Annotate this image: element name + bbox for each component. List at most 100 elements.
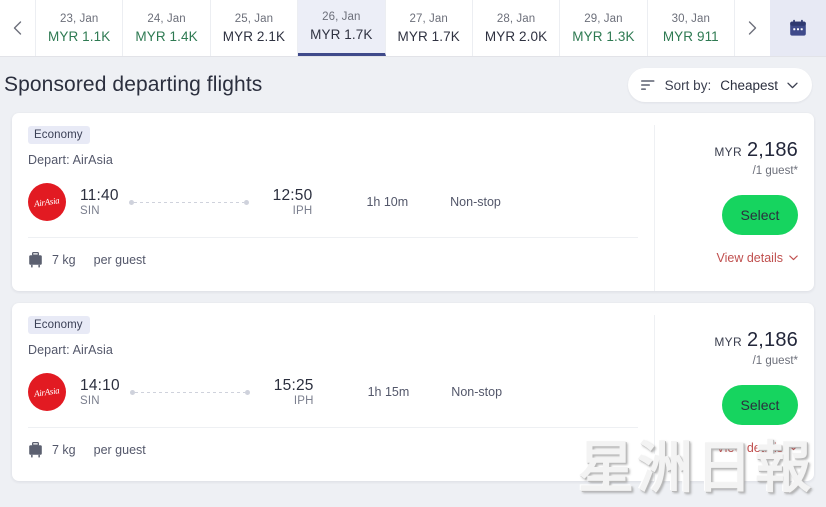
view-details-toggle[interactable]: View details xyxy=(717,441,798,455)
flight-stops: Non-stop xyxy=(451,385,503,399)
date-cell-day: 25, Jan xyxy=(234,12,274,25)
view-details-label: View details xyxy=(716,251,783,265)
flight-stops: Non-stop xyxy=(450,195,501,209)
view-details-toggle[interactable]: View details xyxy=(717,251,798,265)
chevron-down-icon xyxy=(789,255,798,261)
baggage-icon xyxy=(29,442,42,458)
date-cell-price: MYR 1.1K xyxy=(48,28,111,44)
date-cell-price: MYR 2.1K xyxy=(222,28,286,44)
baggage-scope: per guest xyxy=(93,253,146,267)
date-cell-list: 23, Jan MYR 1.1K 24, Jan MYR 1.4K 25, Jan MYR… xyxy=(36,0,734,56)
date-cell-price: MYR 2.0K xyxy=(484,28,548,44)
select-button[interactable]: Select xyxy=(722,385,798,425)
flight-duration: 1h 15m xyxy=(367,385,410,399)
route-dashed-line-icon xyxy=(133,201,244,203)
select-button[interactable]: Select xyxy=(722,195,798,235)
flight-leg: AirAsia 11:40 SIN 12:50 IPH 1h 10m Non-stop xyxy=(28,183,638,238)
baggage-icon xyxy=(29,252,42,268)
chevron-right-icon xyxy=(748,21,757,35)
flight-card-main: Economy Depart: AirAsia AirAsia 14:10 SIN 15:… xyxy=(12,315,654,481)
depart-airline-label: Depart: AirAsia xyxy=(28,153,113,167)
airline-logo-text: AirAsia xyxy=(33,385,61,399)
flight-leg: AirAsia 14:10 SIN 15:25 IPH 1h 15m Non-stop xyxy=(28,373,638,428)
route-end-dot-icon xyxy=(244,389,250,395)
flight-card-pricing: MYR 2,186/1 guest* Select View details xyxy=(654,315,814,481)
arrival-block: 12:50 IPH xyxy=(273,187,313,216)
date-cell-price: MYR 911 xyxy=(662,28,719,44)
arrival-airport-code: IPH xyxy=(293,394,314,407)
view-details-label: View details xyxy=(716,441,783,455)
price-amount: 2,186 xyxy=(746,139,798,161)
flight-card-list: Economy Depart: AirAsia AirAsia 11:40 SIN 12:… xyxy=(0,113,826,481)
price-row: MYR 2,186 xyxy=(714,329,798,352)
price-currency: MYR xyxy=(714,335,742,349)
price-currency: MYR xyxy=(714,145,742,159)
cabin-class-badge: Economy xyxy=(28,126,90,144)
departure-time: 11:40 xyxy=(80,187,119,205)
airline-logo-text: AirAsia xyxy=(33,195,61,209)
route-end-dot-icon xyxy=(243,199,249,205)
sort-by-label: Sort by: xyxy=(664,77,712,93)
date-cell-day: 30, Jan xyxy=(671,12,711,25)
cabin-class-badge: Economy xyxy=(28,316,90,334)
flight-card-pricing: MYR 2,186/1 guest* Select View details xyxy=(654,125,814,291)
next-dates-button[interactable] xyxy=(734,0,770,56)
baggage-row: 7 kg per guest xyxy=(28,252,638,282)
price-amount: 2,186 xyxy=(746,329,798,351)
arrival-time: 15:25 xyxy=(273,377,314,395)
date-price-strip: 23, Jan MYR 1.1K 24, Jan MYR 1.4K 25, Jan MYR… xyxy=(0,0,826,57)
date-cell-27-jan[interactable]: 27, Jan MYR 1.7K xyxy=(385,0,473,56)
baggage-scope: per guest xyxy=(93,443,146,457)
route-connector-icon xyxy=(129,387,250,397)
results-header: Sponsored departing flights Sort by: Che… xyxy=(0,57,826,113)
date-cell-price: MYR 1.7K xyxy=(310,27,373,42)
date-cell-24-jan[interactable]: 24, Jan MYR 1.4K xyxy=(123,0,211,56)
baggage-weight: 7 kg xyxy=(52,443,76,457)
airasia-logo-icon: AirAsia xyxy=(28,183,66,221)
sort-by-dropdown[interactable]: Sort by: Cheapest xyxy=(627,68,812,102)
price-per-guest: /1 guest* xyxy=(752,355,798,367)
date-cell-day: 24, Jan xyxy=(147,12,186,25)
date-cell-day: 29, Jan xyxy=(584,12,623,25)
date-cell-day: 23, Jan xyxy=(59,12,99,25)
chevron-left-icon xyxy=(13,21,22,35)
chevron-down-icon xyxy=(787,82,798,88)
route-dashed-line-icon xyxy=(134,391,245,393)
flight-duration: 1h 10m xyxy=(366,195,409,209)
chevron-down-icon xyxy=(789,445,798,451)
departure-airport-code: SIN xyxy=(80,394,100,407)
flight-card-main: Economy Depart: AirAsia AirAsia 11:40 SIN 12:… xyxy=(12,125,654,291)
date-cell-28-jan[interactable]: 28, Jan MYR 2.0K xyxy=(472,0,561,56)
date-cell-25-jan[interactable]: 25, Jan MYR 2.1K xyxy=(210,0,299,56)
arrival-block: 15:25 IPH xyxy=(274,377,314,406)
sort-lines-icon xyxy=(640,80,655,90)
arrival-time: 12:50 xyxy=(272,187,313,205)
departure-airport-code: SIN xyxy=(80,204,100,217)
arrival-airport-code: IPH xyxy=(292,204,313,217)
date-cell-29-jan[interactable]: 29, Jan MYR 1.3K xyxy=(560,0,648,56)
price-per-guest: /1 guest* xyxy=(752,165,798,177)
flight-results-page: 23, Jan MYR 1.1K 24, Jan MYR 1.4K 25, Jan MYR… xyxy=(0,0,826,507)
date-cell-30-jan[interactable]: 30, Jan MYR 911 xyxy=(647,0,734,56)
date-cell-price: MYR 1.7K xyxy=(397,28,460,44)
calendar-icon xyxy=(790,19,806,36)
date-cell-price: MYR 1.4K xyxy=(135,28,198,44)
route-connector-icon xyxy=(128,197,249,207)
baggage-weight: 7 kg xyxy=(52,253,76,267)
open-calendar-button[interactable] xyxy=(770,0,826,56)
prev-dates-button[interactable] xyxy=(0,0,36,56)
date-cell-day: 27, Jan xyxy=(409,12,448,25)
departure-block: 14:10 SIN xyxy=(80,377,120,406)
date-cell-26-jan[interactable]: 26, Jan MYR 1.7K xyxy=(298,0,386,56)
date-cell-day: 26, Jan xyxy=(322,11,361,23)
page-title: Sponsored departing flights xyxy=(4,73,263,96)
sort-by-value: Cheapest xyxy=(720,77,778,93)
date-cell-23-jan[interactable]: 23, Jan MYR 1.1K xyxy=(36,0,124,56)
departure-block: 11:40 SIN xyxy=(80,187,119,216)
airasia-logo-icon: AirAsia xyxy=(28,373,66,411)
flight-card: Economy Depart: AirAsia AirAsia 14:10 SIN 15:… xyxy=(12,303,814,481)
date-cell-day: 28, Jan xyxy=(496,12,536,25)
flight-card: Economy Depart: AirAsia AirAsia 11:40 SIN 12:… xyxy=(12,113,814,291)
baggage-row: 7 kg per guest xyxy=(28,442,638,472)
depart-airline-label: Depart: AirAsia xyxy=(28,343,113,357)
